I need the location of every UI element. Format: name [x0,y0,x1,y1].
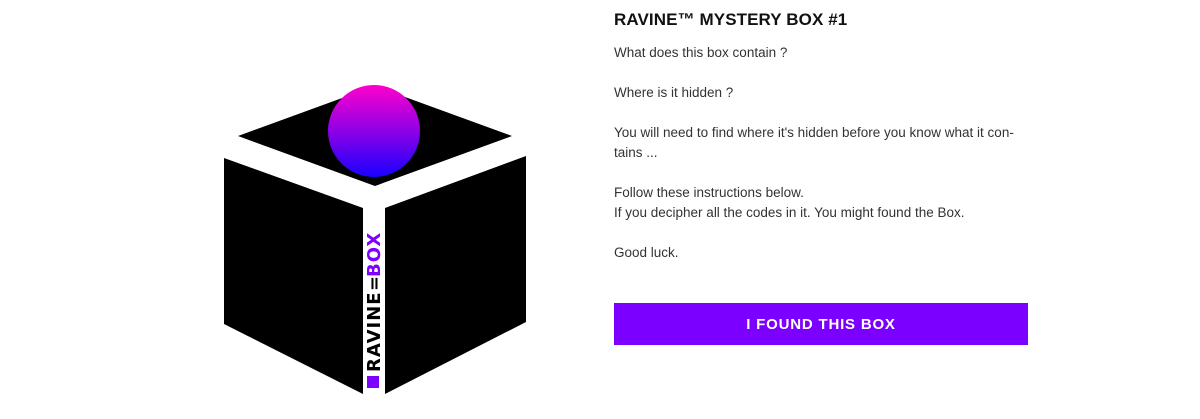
description-line: Where is it hidden ? [614,85,734,100]
description-line: Good luck. [614,245,679,260]
description-line: You will need to find where it's hidden … [614,125,1014,160]
description-line: What does this box contain ? [614,45,788,60]
found-box-button[interactable]: I FOUND THIS BOX [614,303,1028,345]
product-image: RAVINE = BOX [222,84,528,396]
product-description: What does this box contain ? Where is it… [614,43,1014,263]
description-line: Follow these instructions below. [614,185,804,200]
sphere [328,85,420,177]
description-instructions: Follow these instructions below. If you … [614,183,1014,223]
logo-box-text: BOX [364,232,385,277]
logo-accent-square [367,376,379,388]
logo-separator: = [364,276,385,291]
product-title: RAVINE™ MYSTERY BOX #1 [614,10,848,29]
logo-ravine-text: RAVINE [364,291,385,372]
description-line: If you decipher all the codes in it. You… [614,205,965,220]
mystery-box-illustration: RAVINE = BOX [224,85,526,394]
box-right-face [385,156,526,394]
